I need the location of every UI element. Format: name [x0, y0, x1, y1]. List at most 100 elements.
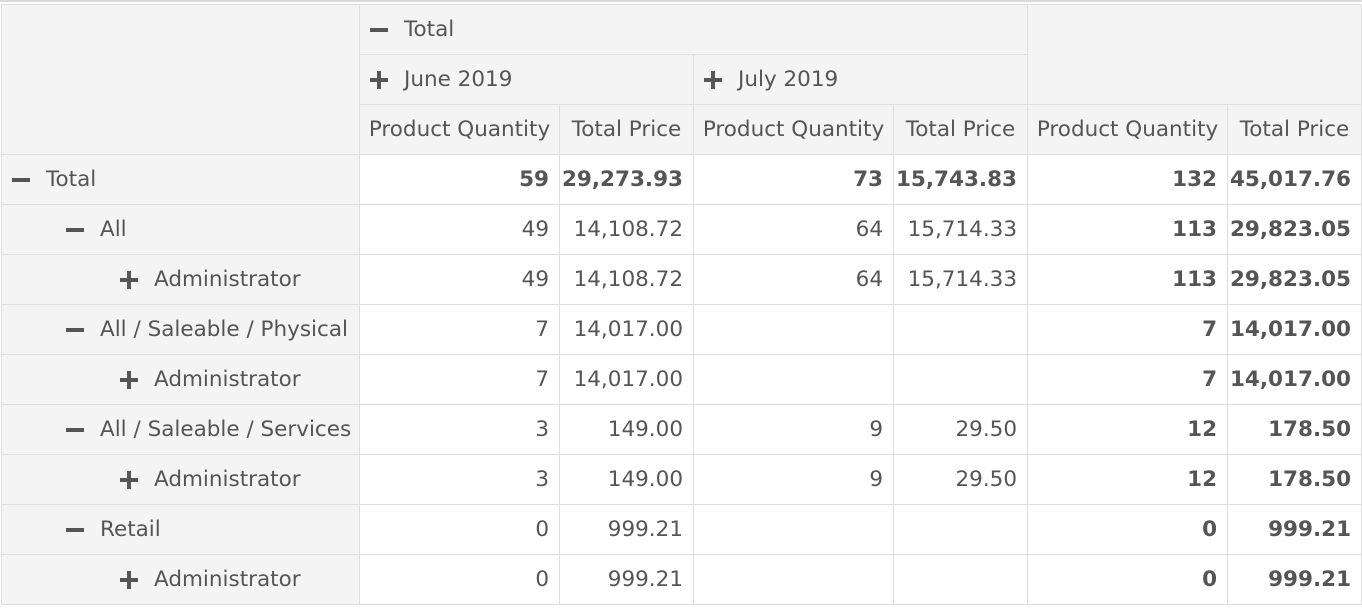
table-cell: 999.21: [559, 504, 694, 555]
measure-header-total-price[interactable]: Total Price: [892, 104, 1029, 155]
table-cell: 14,017.00: [1227, 354, 1362, 405]
table-cell: 999.21: [1227, 554, 1362, 605]
table-cell: 49: [359, 204, 560, 255]
table-row: Total 59 29,273.93 73 15,743.83 132 45,017.76: [1, 154, 1362, 205]
pivot-table: Total June 2019 July 2019 Product Quanti…: [1, 4, 1362, 605]
table-cell: 7: [1027, 354, 1229, 405]
table-cell: 178.50: [1227, 454, 1362, 505]
row-header[interactable]: Administrator: [1, 354, 360, 405]
row-header-label: Administrator: [154, 367, 301, 392]
table-cell: 999.21: [1227, 504, 1362, 555]
table-cell: 0: [359, 504, 560, 555]
table-cell: 3: [359, 404, 560, 455]
row-header[interactable]: Administrator: [1, 254, 360, 305]
table-cell: 0: [1027, 554, 1229, 605]
measure-header-product-quantity[interactable]: Product Quantity: [1027, 104, 1229, 155]
table-row: Retail 0 999.21 0 999.21: [1, 504, 1362, 555]
table-cell: [892, 304, 1029, 355]
table-cell: 7: [359, 354, 560, 405]
minus-icon[interactable]: [66, 221, 84, 239]
col-header-july-2019[interactable]: July 2019: [692, 54, 1029, 105]
table-cell: 3: [359, 454, 560, 505]
row-header-label: Administrator: [154, 567, 301, 592]
table-cell: 29.50: [892, 454, 1029, 505]
col-header-total-spacer: [1027, 4, 1362, 105]
row-header[interactable]: Retail: [1, 504, 360, 555]
table-cell: 29,273.93: [559, 154, 694, 205]
table-cell: 29,823.05: [1227, 204, 1362, 255]
table-cell: 15,743.83: [892, 154, 1029, 205]
table-cell: 999.21: [559, 554, 694, 605]
plus-icon[interactable]: [120, 470, 138, 489]
minus-icon[interactable]: [66, 521, 84, 539]
table-row: All / Saleable / Services 3 149.00 9 29.50 12…: [1, 404, 1362, 455]
table-cell: 14,017.00: [559, 354, 694, 405]
row-header-label: All / Saleable / Services: [100, 417, 352, 442]
table-cell: [892, 354, 1029, 405]
table-cell: 73: [693, 154, 894, 205]
row-header[interactable]: Total: [1, 154, 360, 205]
row-header[interactable]: All / Saleable / Physical: [1, 304, 360, 355]
table-row: All / Saleable / Physical 7 14,017.00 7 14,0…: [1, 304, 1362, 355]
row-header-label: Administrator: [154, 467, 301, 492]
table-cell: 0: [359, 554, 560, 605]
table-cell: 113: [1027, 254, 1229, 305]
col-header-label: June 2019: [404, 67, 513, 92]
table-cell: [693, 504, 894, 555]
plus-icon[interactable]: [120, 370, 138, 389]
table-cell: 29,823.05: [1227, 254, 1362, 305]
col-header-total[interactable]: Total: [358, 4, 1029, 55]
row-header[interactable]: All: [1, 204, 360, 255]
table-cell: 49: [359, 254, 560, 305]
table-cell: 9: [693, 454, 894, 505]
table-cell: 15,714.33: [892, 204, 1029, 255]
col-header-label: July 2019: [738, 67, 839, 92]
row-header-label: Retail: [100, 517, 161, 542]
row-header[interactable]: Administrator: [1, 454, 360, 505]
table-cell: 12: [1027, 404, 1229, 455]
pivot-corner-cell: [1, 4, 360, 155]
row-header-label: Total: [46, 167, 97, 192]
table-cell: 64: [693, 204, 894, 255]
plus-icon[interactable]: [120, 570, 138, 589]
measure-header-total-price[interactable]: Total Price: [559, 104, 694, 155]
table-cell: [693, 304, 894, 355]
minus-icon[interactable]: [66, 421, 84, 439]
table-cell: [693, 554, 894, 605]
table-cell: 149.00: [559, 404, 694, 455]
table-cell: 59: [359, 154, 560, 205]
table-cell: 149.00: [559, 454, 694, 505]
table-cell: 45,017.76: [1227, 154, 1362, 205]
minus-icon[interactable]: [370, 21, 388, 39]
table-cell: [693, 354, 894, 405]
row-header[interactable]: Administrator: [1, 554, 360, 605]
table-cell: [892, 504, 1029, 555]
table-cell: [892, 554, 1029, 605]
measure-header-total-price[interactable]: Total Price: [1227, 104, 1362, 155]
minus-icon[interactable]: [66, 321, 84, 339]
table-cell: 113: [1027, 204, 1229, 255]
table-row: Administrator 3 149.00 9 29.50 12 178.50: [1, 454, 1362, 505]
measure-header-product-quantity[interactable]: Product Quantity: [693, 104, 894, 155]
table-cell: 14,017.00: [1227, 304, 1362, 355]
row-header[interactable]: All / Saleable / Services: [1, 404, 360, 455]
table-row: All 49 14,108.72 64 15,714.33 113 29,823.05: [1, 204, 1362, 255]
table-cell: 178.50: [1227, 404, 1362, 455]
plus-icon[interactable]: [120, 270, 138, 289]
col-header-total-label: Total: [404, 17, 455, 42]
table-row: Administrator 7 14,017.00 7 14,017.00: [1, 354, 1362, 405]
measure-header-product-quantity[interactable]: Product Quantity: [359, 104, 560, 155]
plus-icon[interactable]: [370, 70, 388, 89]
table-row: Administrator 49 14,108.72 64 15,714.33 113 29…: [1, 254, 1362, 305]
minus-icon[interactable]: [12, 171, 30, 189]
col-header-june-2019[interactable]: June 2019: [359, 54, 694, 105]
plus-icon[interactable]: [704, 70, 722, 89]
row-header-label: All / Saleable / Physical: [100, 317, 348, 342]
table-cell: 29.50: [892, 404, 1029, 455]
table-cell: 7: [359, 304, 560, 355]
row-header-label: All: [100, 217, 127, 242]
table-cell: 14,017.00: [559, 304, 694, 355]
table-cell: 64: [693, 254, 894, 305]
table-cell: 9: [693, 404, 894, 455]
table-cell: 12: [1027, 454, 1229, 505]
